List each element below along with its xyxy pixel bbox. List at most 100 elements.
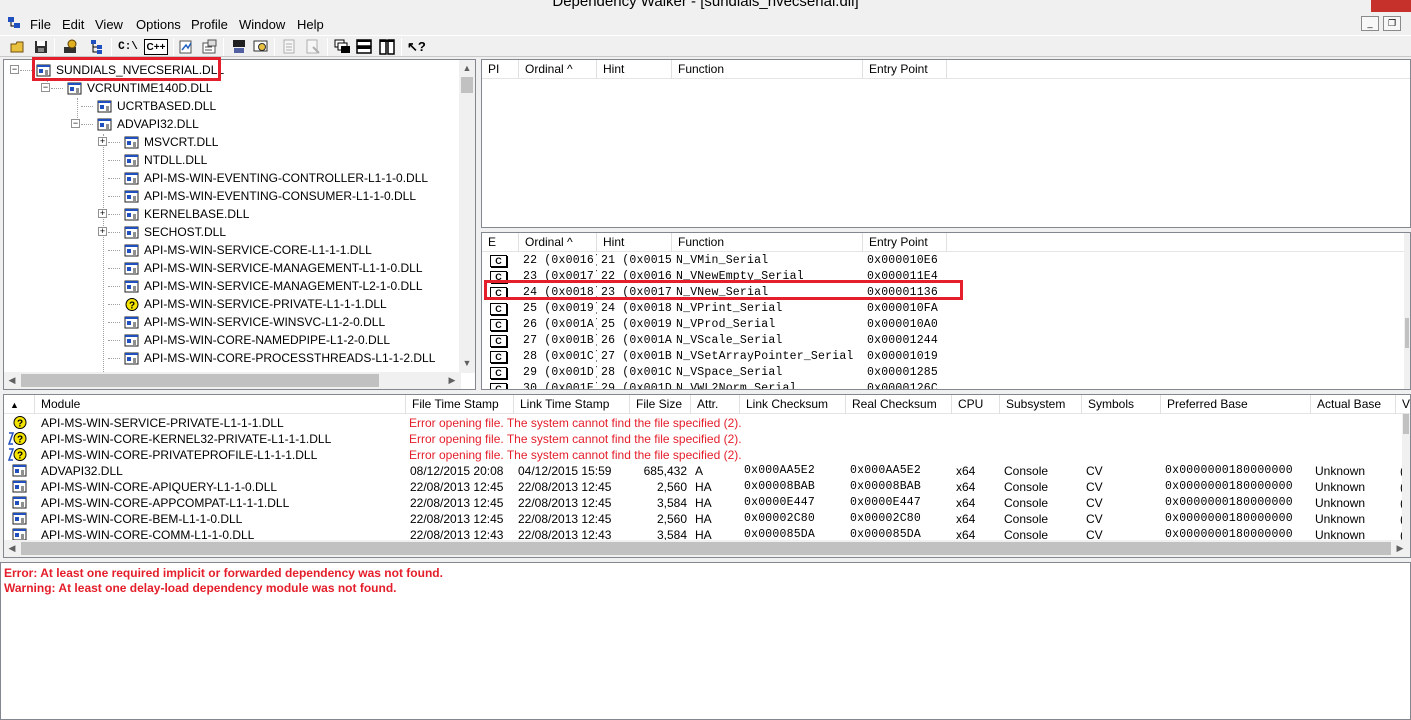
scroll-left-icon[interactable]: ◀ <box>4 372 20 389</box>
col-function[interactable]: Function <box>672 233 863 252</box>
restore-icon[interactable]: ❐ <box>1383 16 1401 31</box>
expand-icon[interactable]: + <box>98 209 107 218</box>
module-row[interactable]: ADVAPI32.DLL 08/12/2015 20:08 04/12/2015 1… <box>4 463 1404 479</box>
minimize-icon[interactable]: _ <box>1361 16 1379 31</box>
help-icon[interactable]: ↖? <box>407 38 426 56</box>
col-cpu[interactable]: CPU <box>952 395 1000 414</box>
collapse-icon[interactable]: − <box>41 83 50 92</box>
col-entry-point[interactable]: Entry Point <box>863 233 947 252</box>
open-icon[interactable] <box>9 38 27 56</box>
menu-edit[interactable]: Edit <box>62 17 84 32</box>
scroll-thumb[interactable] <box>1403 414 1409 434</box>
module-row[interactable]: API-MS-WIN-CORE-APPCOMPAT-L1-1-1.DLL 22/0… <box>4 495 1404 511</box>
tree-item[interactable]: API-MS-WIN-SERVICE-MANAGEMENT-L2-1-0.DLL <box>4 277 459 295</box>
refresh-icon[interactable] <box>304 38 322 56</box>
tree-item[interactable]: − ADVAPI32.DLL <box>4 115 459 133</box>
cpp-icon[interactable]: C++ <box>144 39 168 55</box>
tree-horizontal-scrollbar[interactable]: ◀ ▶ <box>4 372 461 389</box>
scroll-right-icon[interactable]: ▶ <box>1392 540 1408 557</box>
module-row[interactable]: API-MS-WIN-CORE-BEM-L1-1-0.DLL 22/08/2013… <box>4 511 1404 527</box>
scroll-up-icon[interactable]: ▲ <box>459 60 475 77</box>
col-module[interactable]: Module <box>35 395 406 414</box>
export-row[interactable]: C 29 (0x001D) 28 (0x001C) N_VSpace_Serial 0x… <box>482 365 1402 381</box>
menu-file[interactable]: File <box>30 17 51 32</box>
export-row[interactable]: C 22 (0x0016) 21 (0x0015) N_VMin_Serial 0x00… <box>482 253 1402 269</box>
menu-window[interactable]: Window <box>239 17 285 32</box>
col-attr[interactable]: Attr. <box>691 395 740 414</box>
col-ordinal[interactable]: Ordinal ^ <box>519 233 597 252</box>
tile-horizontal-icon[interactable] <box>355 38 373 56</box>
col-link-checksum[interactable]: Link Checksum <box>740 395 846 414</box>
col-symbols[interactable]: Symbols <box>1082 395 1161 414</box>
menu-options[interactable]: Options <box>136 17 181 32</box>
properties-icon[interactable] <box>200 38 218 56</box>
export-row[interactable]: C 28 (0x001C) 27 (0x001B) N_VSetArrayPointe… <box>482 349 1402 365</box>
expand-icon[interactable]: + <box>98 137 107 146</box>
exports-vertical-scrollbar[interactable] <box>1404 233 1410 389</box>
col-icon[interactable]: ▲ <box>4 395 35 414</box>
module-row[interactable]: ? API-MS-WIN-CORE-PRIVATEPROFILE-L1-1-1.D… <box>4 447 1400 463</box>
col-entry-point[interactable]: Entry Point <box>863 60 947 79</box>
path-c-icon[interactable]: C:\ <box>117 38 139 56</box>
col-hint[interactable]: Hint <box>597 60 672 79</box>
view-icon[interactable] <box>252 38 270 56</box>
scroll-thumb[interactable] <box>1405 318 1409 348</box>
scroll-thumb[interactable] <box>461 77 473 93</box>
tree-item[interactable]: UCRTBASED.DLL <box>4 97 459 115</box>
tree-item[interactable]: API-MS-WIN-SERVICE-MANAGEMENT-L1-1-0.DLL <box>4 259 459 277</box>
profile-icon[interactable] <box>230 38 248 56</box>
col-file-size[interactable]: File Size <box>630 395 691 414</box>
col-file-time-stamp[interactable]: File Time Stamp <box>406 395 514 414</box>
menu-help[interactable]: Help <box>297 17 324 32</box>
export-row[interactable]: C 25 (0x0019) 24 (0x0018) N_VPrint_Serial 0x… <box>482 301 1402 317</box>
col-subsystem[interactable]: Subsystem <box>1000 395 1082 414</box>
scroll-left-icon[interactable]: ◀ <box>4 540 20 557</box>
export-row[interactable]: C 30 (0x001E) 29 (0x001D) N_VWL2Norm_Serial… <box>482 381 1402 389</box>
scroll-thumb[interactable] <box>21 374 379 387</box>
tree-item[interactable]: API-MS-WIN-EVENTING-CONTROLLER-L1-1-0.DL… <box>4 169 459 187</box>
export-row[interactable]: C 26 (0x001A) 25 (0x0019) N_VProd_Serial 0x0… <box>482 317 1402 333</box>
copy-icon[interactable] <box>178 38 196 56</box>
module-row[interactable]: ? API-MS-WIN-SERVICE-PRIVATE-L1-1-1.DLL Er… <box>4 415 1400 431</box>
cascade-icon[interactable] <box>333 38 351 56</box>
tree-item[interactable]: API-MS-WIN-SERVICE-WINSVC-L1-2-0.DLL <box>4 313 459 331</box>
col-function[interactable]: Function <box>672 60 863 79</box>
tree-item[interactable]: API-MS-WIN-CORE-NAMEDPIPE-L1-2-0.DLL <box>4 331 459 349</box>
tree-item[interactable]: ? API-MS-WIN-SERVICE-PRIVATE-L1-1-1.DLL <box>4 295 459 313</box>
tree-item[interactable]: NTDLL.DLL <box>4 151 459 169</box>
col-ordinal[interactable]: Ordinal ^ <box>519 60 597 79</box>
expand-icon[interactable]: + <box>98 227 107 236</box>
tree-vertical-scrollbar[interactable]: ▲ ▼ <box>459 60 475 373</box>
tree-item[interactable]: API-MS-WIN-SERVICE-CORE-L1-1-1.DLL <box>4 241 459 259</box>
tree-icon[interactable] <box>88 38 106 56</box>
tree-item[interactable]: API-MS-WIN-CORE-PROCESSTHREADS-L1-1-2.DL… <box>4 349 459 367</box>
tree-item[interactable]: API-MS-WIN-EVENTING-CONSUMER-L1-1-0.DLL <box>4 187 459 205</box>
sys-info-icon[interactable] <box>280 38 298 56</box>
col-pi[interactable]: PI <box>482 60 519 79</box>
col-e[interactable]: E <box>482 233 519 252</box>
tile-vertical-icon[interactable] <box>378 38 396 56</box>
close-window-button[interactable] <box>1371 0 1411 12</box>
scroll-thumb[interactable] <box>21 542 1391 555</box>
col-real-checksum[interactable]: Real Checksum <box>846 395 952 414</box>
collapse-icon[interactable]: − <box>71 119 80 128</box>
find-icon[interactable] <box>61 38 79 56</box>
menu-profile[interactable]: Profile <box>191 17 228 32</box>
export-row[interactable]: C 27 (0x001B) 26 (0x001A) N_VScale_Serial 0x… <box>482 333 1402 349</box>
save-icon[interactable] <box>32 38 50 56</box>
col-v[interactable]: V <box>1396 395 1410 414</box>
tree-item[interactable]: + KERNELBASE.DLL <box>4 205 459 223</box>
tree-item[interactable]: + MSVCRT.DLL <box>4 133 459 151</box>
col-hint[interactable]: Hint <box>597 233 672 252</box>
col-link-time-stamp[interactable]: Link Time Stamp <box>514 395 630 414</box>
scroll-down-icon[interactable]: ▼ <box>459 355 475 372</box>
col-preferred-base[interactable]: Preferred Base <box>1161 395 1311 414</box>
module-row[interactable]: API-MS-WIN-CORE-APIQUERY-L1-1-0.DLL 22/08… <box>4 479 1404 495</box>
app-icon[interactable] <box>8 17 21 30</box>
modules-horizontal-scrollbar[interactable]: ◀ ▶ <box>4 540 1410 557</box>
module-row[interactable]: ? API-MS-WIN-CORE-KERNEL32-PRIVATE-L1-1-1… <box>4 431 1400 447</box>
collapse-icon[interactable]: − <box>10 65 19 74</box>
modules-vertical-scrollbar[interactable] <box>1402 414 1410 540</box>
scroll-right-icon[interactable]: ▶ <box>444 372 460 389</box>
tree-item[interactable]: − VCRUNTIME140D.DLL <box>4 79 459 97</box>
